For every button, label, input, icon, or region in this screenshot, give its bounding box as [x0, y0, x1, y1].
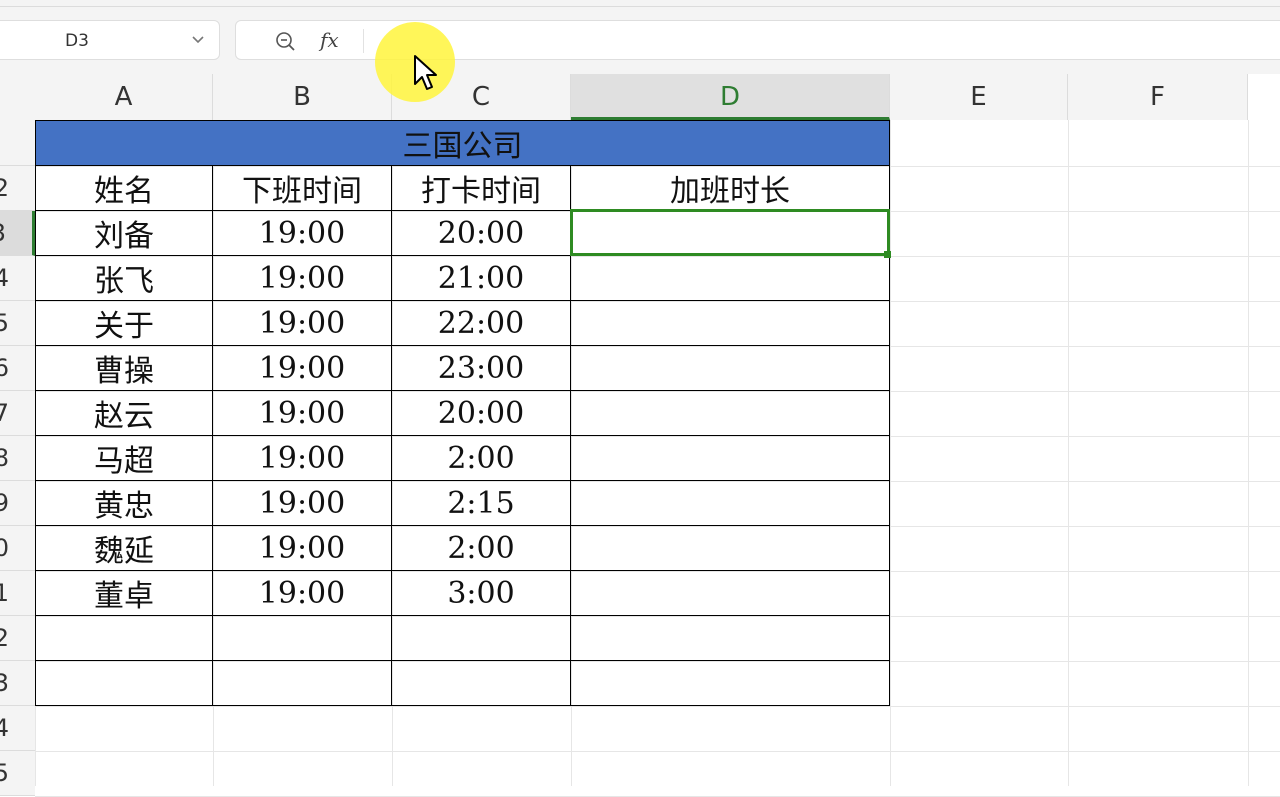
gridline: [1248, 120, 1249, 786]
table-cell[interactable]: [392, 661, 571, 706]
row-header-12[interactable]: 12: [0, 616, 35, 661]
divider: [363, 29, 364, 53]
row-header-7[interactable]: 7: [0, 391, 35, 436]
gridline: [35, 706, 1280, 707]
row-header-3[interactable]: 3: [0, 211, 35, 256]
table-cell[interactable]: 19:00: [213, 256, 392, 301]
row-header-14[interactable]: 14: [0, 706, 35, 751]
table-cell[interactable]: 黄忠: [35, 481, 213, 526]
fill-handle[interactable]: [884, 251, 891, 258]
column-header-f[interactable]: F: [1068, 74, 1248, 120]
table-cell[interactable]: 曹操: [35, 346, 213, 391]
gridline: [890, 120, 891, 786]
table-cell[interactable]: 3:00: [392, 571, 571, 616]
header-cell[interactable]: 下班时间: [213, 166, 392, 211]
column-header-a[interactable]: A: [35, 74, 213, 120]
table-cell[interactable]: 赵云: [35, 391, 213, 436]
mouse-cursor-icon: [413, 54, 437, 98]
row-number: 12: [0, 624, 9, 652]
row-header-8[interactable]: 8: [0, 436, 35, 481]
table-cell[interactable]: 2:15: [392, 481, 571, 526]
gridline: [35, 751, 1280, 752]
fx-icon[interactable]: fx: [320, 28, 339, 52]
gridline: [1068, 120, 1069, 786]
table-cell[interactable]: 2:00: [392, 526, 571, 571]
row-number: 11: [0, 579, 9, 607]
row-header-2[interactable]: 2: [0, 166, 35, 211]
table-cell[interactable]: 19:00: [213, 526, 392, 571]
chevron-down-icon[interactable]: [191, 29, 205, 55]
table-cell[interactable]: 20:00: [392, 211, 571, 256]
table-cell[interactable]: [571, 661, 890, 706]
row-header-1[interactable]: [0, 120, 35, 166]
row-number: 8: [0, 444, 9, 472]
table-cell[interactable]: 21:00: [392, 256, 571, 301]
row-number: 9: [0, 489, 9, 517]
table-cell[interactable]: [213, 616, 392, 661]
table-cell[interactable]: [571, 436, 890, 481]
select-all-corner[interactable]: [0, 74, 35, 120]
row-header-15[interactable]: 15: [0, 751, 35, 796]
table-cell[interactable]: 19:00: [213, 571, 392, 616]
table-cell[interactable]: 19:00: [213, 346, 392, 391]
table-cell[interactable]: 2:00: [392, 436, 571, 481]
table-cell[interactable]: [571, 616, 890, 661]
row-number: 6: [0, 354, 9, 382]
row-number: 10: [0, 534, 9, 562]
table-title-cell[interactable]: 三国公司: [35, 120, 890, 166]
table-cell[interactable]: 19:00: [213, 211, 392, 256]
row-header-6[interactable]: 6: [0, 346, 35, 391]
cell-selection: [570, 209, 890, 256]
table-cell[interactable]: [571, 481, 890, 526]
table-cell[interactable]: [35, 616, 213, 661]
name-box-value: D3: [65, 31, 89, 51]
row-header-9[interactable]: 9: [0, 481, 35, 526]
row-header-4[interactable]: 4: [0, 256, 35, 301]
table-cell[interactable]: 20:00: [392, 391, 571, 436]
table-cell[interactable]: 22:00: [392, 301, 571, 346]
table-cell[interactable]: [571, 571, 890, 616]
table-cell[interactable]: 马超: [35, 436, 213, 481]
table-cell[interactable]: [571, 526, 890, 571]
zoom-icon[interactable]: [274, 30, 296, 52]
row-number: 5: [0, 309, 9, 337]
table-cell[interactable]: 董卓: [35, 571, 213, 616]
header-cell[interactable]: 打卡时间: [392, 166, 571, 211]
row-number: 2: [0, 174, 9, 202]
table-cell[interactable]: 19:00: [213, 391, 392, 436]
row-number: 15: [0, 759, 9, 787]
name-box[interactable]: D3: [0, 20, 220, 60]
row-header-5[interactable]: 5: [0, 301, 35, 346]
table-cell[interactable]: 19:00: [213, 301, 392, 346]
table-cell[interactable]: 魏延: [35, 526, 213, 571]
row-number: 14: [0, 714, 9, 742]
row-header-10[interactable]: 10: [0, 526, 35, 571]
table-cell[interactable]: 刘备: [35, 211, 213, 256]
table-cell[interactable]: 张飞: [35, 256, 213, 301]
table-cell[interactable]: [571, 301, 890, 346]
header-cell[interactable]: 加班时长: [571, 166, 890, 211]
table-cell[interactable]: [392, 616, 571, 661]
column-header-d[interactable]: D: [571, 74, 890, 120]
row-number: 7: [0, 399, 9, 427]
divider: [0, 6, 1280, 7]
table-cell[interactable]: 23:00: [392, 346, 571, 391]
column-header-e[interactable]: E: [890, 74, 1068, 120]
row-number: 4: [0, 264, 9, 292]
table-cell[interactable]: 19:00: [213, 481, 392, 526]
column-header-b[interactable]: B: [213, 74, 392, 120]
table-cell[interactable]: 19:00: [213, 436, 392, 481]
row-number: 13: [0, 669, 9, 697]
table-cell[interactable]: 关于: [35, 301, 213, 346]
table-cell[interactable]: [571, 346, 890, 391]
header-cell[interactable]: 姓名: [35, 166, 213, 211]
table-cell[interactable]: [571, 391, 890, 436]
table-cell[interactable]: [571, 256, 890, 301]
row-header-13[interactable]: 13: [0, 661, 35, 706]
row-number: 3: [0, 219, 6, 247]
row-header-11[interactable]: 11: [0, 571, 35, 616]
table-cell[interactable]: [213, 661, 392, 706]
table-cell[interactable]: [35, 661, 213, 706]
